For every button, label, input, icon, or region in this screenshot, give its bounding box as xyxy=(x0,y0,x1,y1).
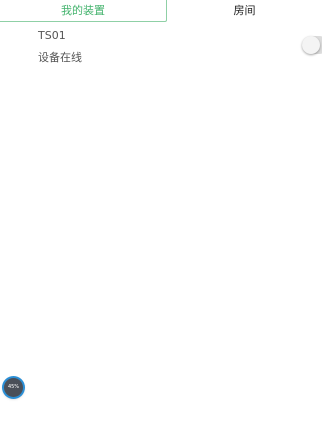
tab-my-devices[interactable]: 我的装置 xyxy=(0,0,167,22)
device-name: TS01 xyxy=(38,29,66,42)
device-power-switch[interactable] xyxy=(302,36,322,54)
tab-rooms[interactable]: 房间 xyxy=(167,0,322,22)
tab-bar: 我的装置 房间 xyxy=(0,0,322,22)
device-list-item[interactable]: TS01 设备在线 xyxy=(0,26,322,70)
switch-knob xyxy=(302,36,320,54)
device-status: 设备在线 xyxy=(38,51,82,64)
floating-memory-widget[interactable]: 45% xyxy=(4,378,23,397)
